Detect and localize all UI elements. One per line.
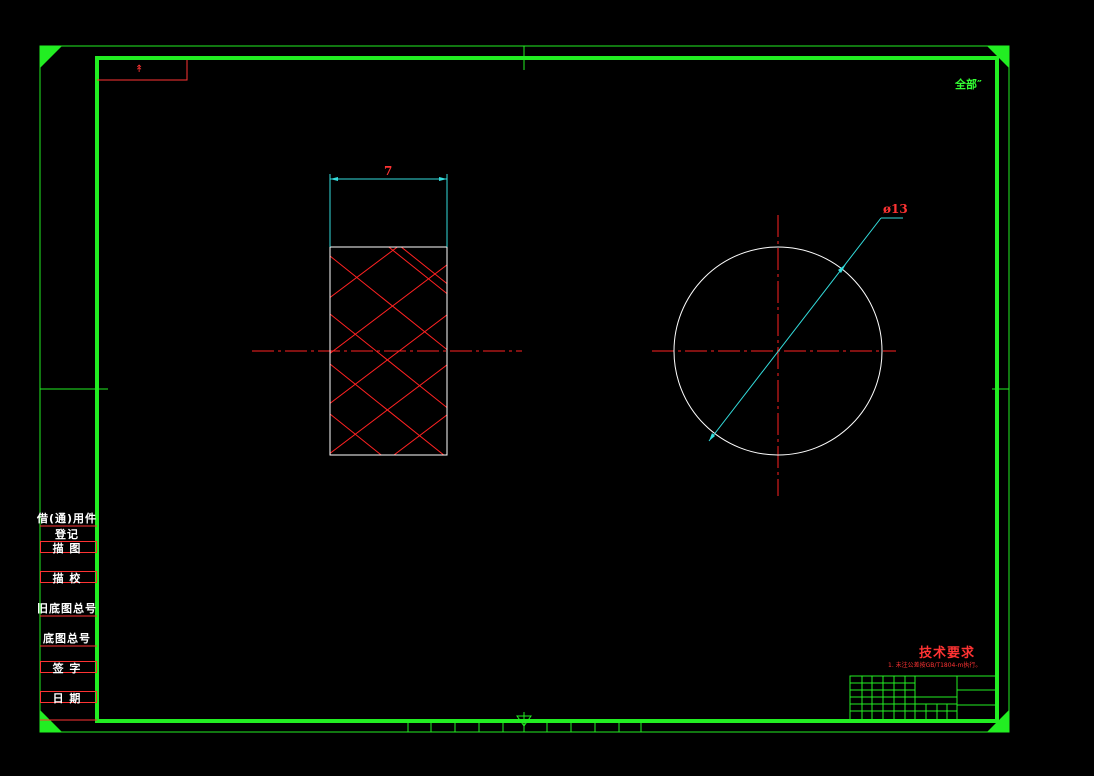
tag-text: ↟ (135, 64, 144, 75)
title-block (849, 675, 997, 721)
surface-roughness-note: 全部″ (955, 78, 982, 91)
side-label-old-drawing-no: 旧底图总号 (37, 602, 97, 615)
tech-requirements-note: 1. 未注公差按GB/T1804-m执行。 (888, 662, 982, 669)
side-label-drawing-no: 底图总号 (43, 632, 91, 645)
side-label-borrow-register: 借(通)用件登记 (36, 512, 98, 541)
side-label-trace: 描 图 (52, 542, 82, 555)
diameter-dimension-text: ø13 (883, 202, 908, 216)
section-hatch (330, 247, 447, 455)
outer-frame (39, 45, 1010, 733)
tech-requirements-title: 技术要求 (919, 646, 976, 661)
side-label-trace-check: 描 校 (52, 572, 82, 585)
corner-mark-tl (40, 46, 62, 68)
side-label-date: 日 期 (52, 692, 82, 705)
inner-frame (95, 56, 999, 723)
corner-mark-bl (40, 710, 62, 732)
width-dimension-text: 7 (384, 164, 393, 178)
diameter-leader (708, 217, 882, 442)
side-label-signature: 签 字 (52, 662, 82, 675)
